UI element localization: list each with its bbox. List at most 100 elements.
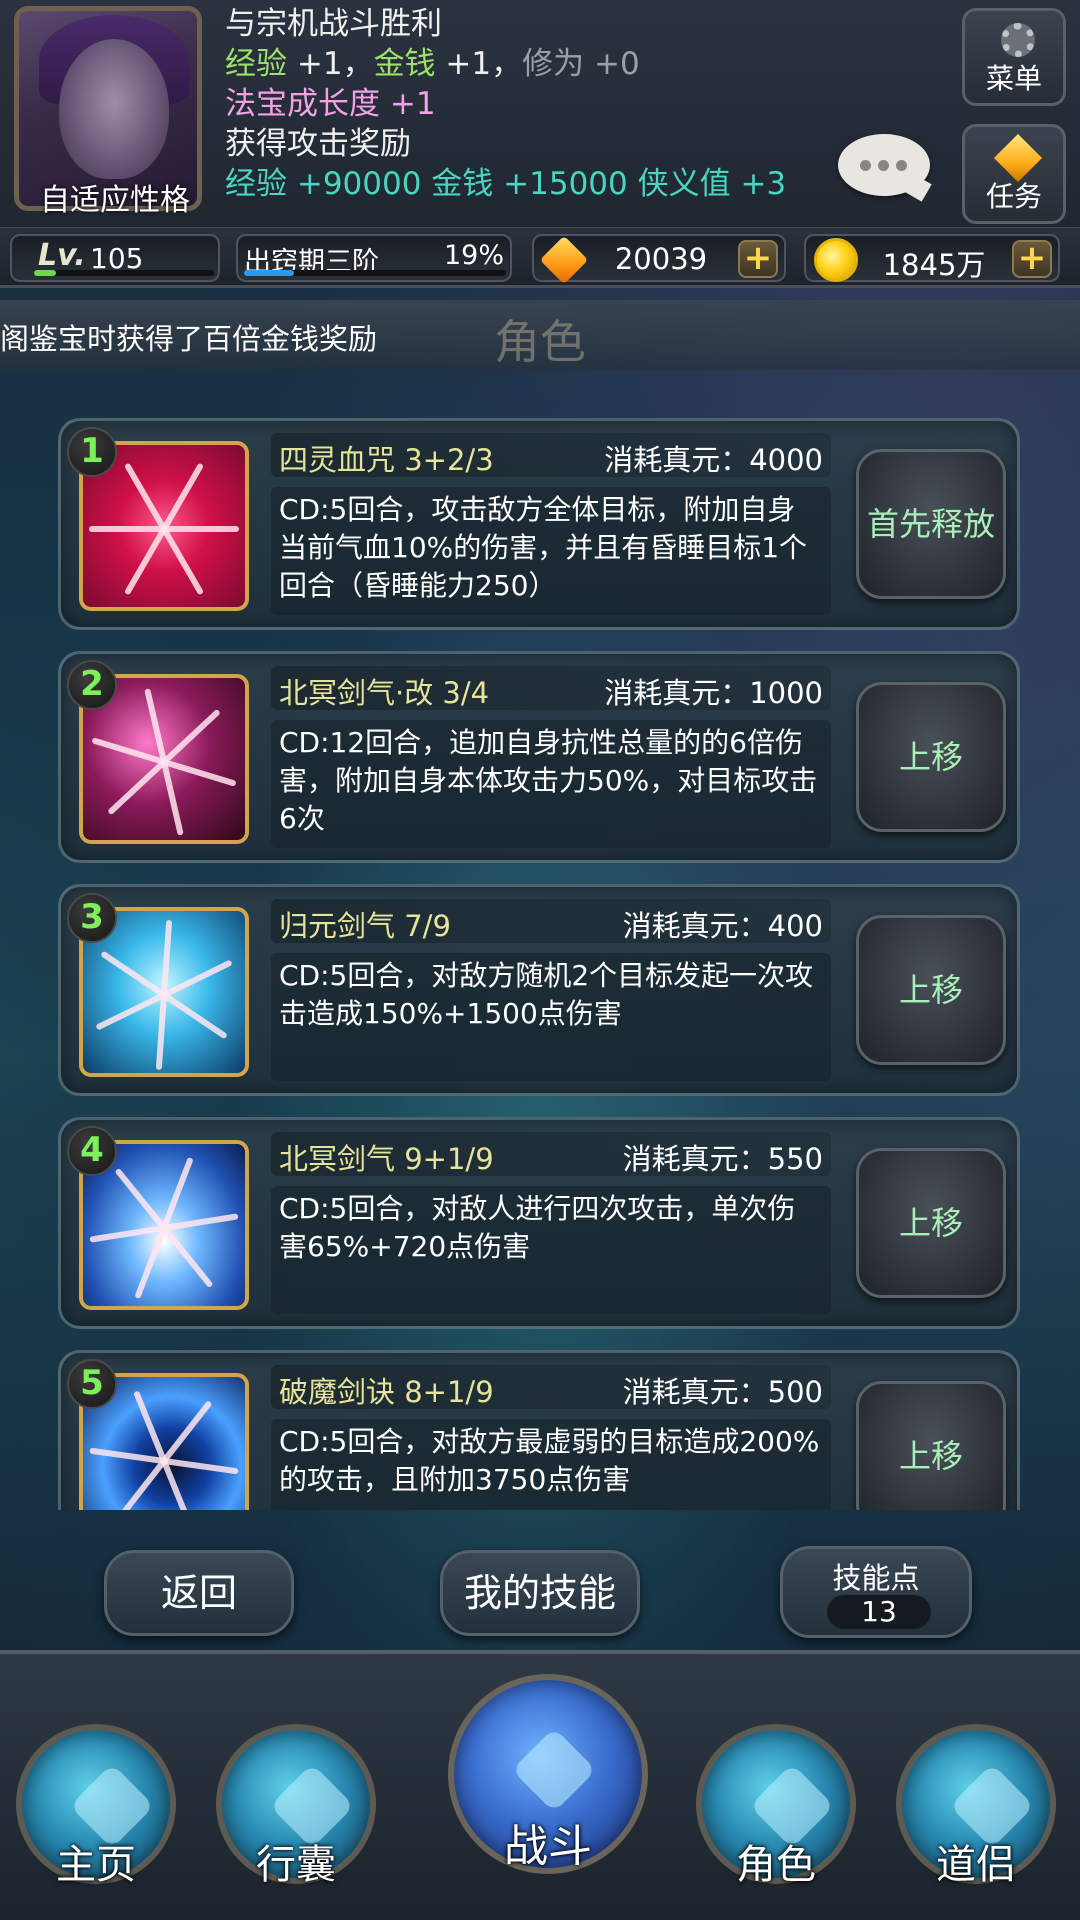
back-button[interactable]: 返回 [104,1550,294,1636]
skill-name: 归元剑气 7/9 [279,909,451,943]
skill-order-badge: 1 [67,427,117,477]
skill-card: 2 北冥剑气·改 3/4 消耗真元：1000 CD:12回合，追加自身抗性总量的的6倍… [58,651,1020,863]
move-up-button[interactable]: 上移 [856,1381,1006,1510]
add-gold-button[interactable]: + [1012,240,1052,278]
skill-name: 破魔剑诀 8+1/9 [279,1375,494,1409]
icon-stroke [107,708,221,816]
skill-description: CD:5回合，攻击敌方全体目标，附加自身当前气血10%的伤害，并且有昏睡目标1个… [271,487,831,615]
move-up-button[interactable]: 上移 [856,1148,1006,1298]
skill-order-badge: 2 [67,660,117,710]
skill-header: 破魔剑诀 8+1/9 消耗真元：500 [271,1365,831,1409]
nav-bag[interactable]: 行囊 [206,1724,386,1904]
move-up-button[interactable]: 上移 [856,682,1006,832]
nav-home-label: 主页 [56,1842,136,1888]
skill-header: 归元剑气 7/9 消耗真元：400 [271,899,831,943]
chat-dot [860,160,871,171]
battle-log-segment: +1 [435,46,492,82]
battle-log: 与宗机战斗胜利 经验 +1，金钱 +1，修为 +0 法宝成长度 +1 获得攻击奖励 经验… [225,4,785,199]
skill-order-badge: 3 [67,893,117,943]
skill-list[interactable]: 1 四灵血咒 3+2/3 消耗真元：4000 CD:5回合，攻击敌方全体目标，附加自身… [40,400,1040,1510]
skill-card: 5 破魔剑诀 8+1/9 消耗真元：500 CD:5回合，对敌方最虚弱的目标造成200… [58,1350,1020,1510]
sword-glyph [511,1727,597,1813]
nav-bag-label: 行囊 [256,1842,336,1888]
skill-header: 四灵血咒 3+2/3 消耗真元：4000 [271,433,831,477]
nav-partner[interactable]: 道侣 [886,1724,1066,1904]
chat-dot [878,160,889,171]
battle-log-segment: +1 [380,86,436,122]
realm-progress-fill [244,270,294,276]
battle-log-segment: 修为 [522,46,585,82]
battle-log-line: 获得攻击奖励 [225,124,785,164]
level-display: Lv. 105 [10,234,220,282]
skill-cost: 消耗真元：500 [622,1375,823,1409]
skill-cost: 消耗真元：1000 [604,676,823,710]
skill-header: 北冥剑气 9+1/9 消耗真元：550 [271,1132,831,1176]
skill-points-value: 13 [827,1595,931,1629]
skill-name: 北冥剑气 9+1/9 [279,1142,494,1176]
task-label: 任务 [985,180,1042,213]
skill-description: CD:5回合，对敌方随机2个目标发起一次攻击造成150%+1500点伤害 [271,953,831,1081]
battle-log-segment: 经验 +90000 金钱 +15000 侠义值 +30 [225,166,785,199]
move-up-button[interactable]: 上移 [856,915,1006,1065]
avatar-face [59,39,169,179]
level-prefix: Lv. [38,238,86,273]
menu-label: 菜单 [985,62,1042,95]
skill-description: CD:5回合，对敌方最虚弱的目标造成200%的攻击，且附加3750点伤害 [271,1419,831,1510]
menu-button[interactable]: 菜单 [962,8,1066,106]
battle-log-segment: 金钱 [373,46,436,82]
skill-cost: 消耗真元：550 [622,1142,823,1176]
nav-role[interactable]: 角色 [686,1724,866,1904]
skill-card: 4 北冥剑气 9+1/9 消耗真元：550 CD:5回合，对敌人进行四次攻击，单次伤害… [58,1117,1020,1329]
gold-coin-icon [814,238,858,282]
skill-description: CD:12回合，追加自身抗性总量的的6倍伤害，附加自身本体攻击力50%，对目标攻… [271,720,831,848]
battle-log-segment: 法宝成长度 [225,86,380,122]
level-progress-fill [34,270,56,276]
skill-description: CD:5回合，对敌人进行四次攻击，单次伤害65%+720点伤害 [271,1186,831,1314]
battle-log-segment: ， [342,46,374,82]
my-skills-button[interactable]: 我的技能 [440,1550,640,1636]
realm-progress-bar [244,270,506,276]
nav-partner-label: 道侣 [936,1842,1016,1888]
realm-display: 出窍期三阶 19% [236,234,512,282]
battle-log-segment: +0 [584,46,640,82]
release-first-button[interactable]: 首先释放 [856,449,1006,599]
gem-icon [539,235,589,285]
gear-icon [1001,23,1035,57]
battle-log-line: 经验 +90000 金钱 +15000 侠义值 +30 [225,164,785,199]
battle-log-segment: 经验 [225,46,287,82]
battle-log-segment: 获得攻击奖励 [225,126,411,162]
top-header: 自适应性格 与宗机战斗胜利 经验 +1，金钱 +1，修为 +0 法宝成长度 +1 获得… [0,0,1080,230]
skill-order-badge: 5 [67,1359,117,1409]
stat-bar: Lv. 105 出窍期三阶 19% 20039 + 1845万 + [0,228,1080,288]
skill-card: 3 归元剑气 7/9 消耗真元：400 CD:5回合，对敌方随机2个目标发起一次攻击造… [58,884,1020,1096]
skill-header: 北冥剑气·改 3/4 消耗真元：1000 [271,666,831,710]
battle-log-line: 法宝成长度 +1 [225,84,785,124]
skill-points-label: 技能点 [832,1561,920,1595]
nav-home[interactable]: 主页 [6,1724,186,1904]
level-progress-bar [34,270,214,276]
add-gems-button[interactable]: + [738,240,778,278]
skill-cost: 消耗真元：400 [622,909,823,943]
skill-name: 北冥剑气·改 3/4 [279,676,490,710]
battle-log-segment: +1 [287,46,343,82]
skill-points-display: 技能点 13 [780,1546,972,1638]
game-screen: 自适应性格 与宗机战斗胜利 经验 +1，金钱 +1，修为 +0 法宝成长度 +1 获得… [0,0,1080,1920]
task-button[interactable]: 任务 [962,124,1066,224]
skill-order-badge: 4 [67,1126,117,1176]
nav-role-label: 角色 [736,1842,816,1888]
skill-cost: 消耗真元：4000 [604,443,823,477]
gold-currency: 1845万 + [804,234,1060,282]
nav-battle[interactable]: 战斗 [448,1674,648,1894]
gem-value: 20039 [614,242,708,276]
bottom-nav: 主页 行囊 战斗 角色 道侣 [0,1650,1080,1920]
page-title: 角色 [494,315,586,369]
avatar-label: 自适应性格 [40,183,190,218]
realm-percent: 19% [443,240,504,271]
battle-log-segment: 与宗机战斗胜利 [225,6,442,42]
battle-log-segment: ， [491,46,523,82]
battle-log-line: 经验 +1，金钱 +1，修为 +0 [225,44,785,84]
skill-name: 四灵血咒 3+2/3 [279,443,494,477]
skill-card: 1 四灵血咒 3+2/3 消耗真元：4000 CD:5回合，攻击敌方全体目标，附加自身… [58,418,1020,630]
nav-battle-label: 战斗 [504,1821,592,1872]
gold-value: 1845万 [882,248,986,282]
